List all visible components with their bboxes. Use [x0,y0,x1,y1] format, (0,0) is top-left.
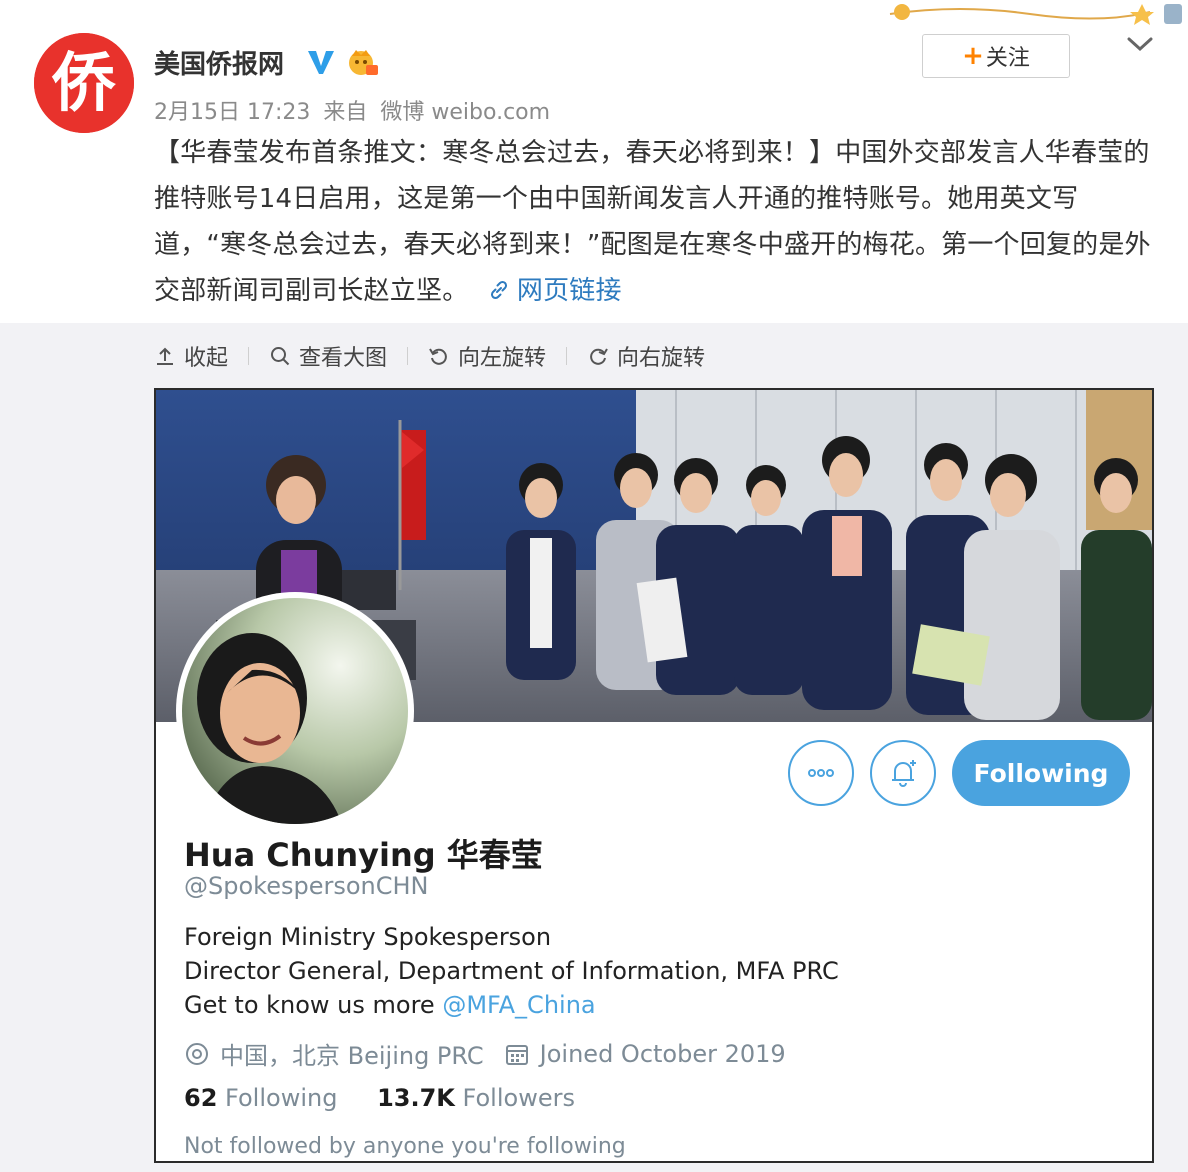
link-icon [490,280,507,300]
followers-count: 13.7K [377,1084,455,1112]
collapse-icon [157,347,173,365]
web-link-label: 网页链接 [516,276,622,306]
profile-handle[interactable]: @SpokespersonCHN [184,872,429,900]
chevron-down-icon[interactable] [1126,34,1154,54]
toolbar-divider [248,347,250,365]
profile-joined-date: Joined October 2019 [539,1039,786,1068]
followers-count-link[interactable]: 13.7K Followers [377,1084,575,1112]
profile-location: 中国，北京 Beijing PRC [220,1042,484,1070]
post-text: 【华春莹发布首条推文：寒冬总会过去，春天必将到来！】中国外交部发言人华春莹的推特… [154,130,1164,314]
media-panel: 收起 查看大图 向左旋转 向右旋转 Following Hua Chunying… [0,323,1188,1172]
verified-icon [308,51,334,74]
rotate-left-icon [429,348,447,365]
source-prefix: 来自 [323,100,368,125]
search-icon [271,347,290,366]
post-meta: 2月15日 17:23 来自 微博 weibo.com [154,94,556,126]
following-count-link[interactable]: 62 Following [184,1084,345,1112]
profile-info: 中国，北京 Beijing PRC Joined October 2019 [184,1036,786,1071]
plus-icon: + [962,41,984,71]
post-source[interactable]: 微博 weibo.com [380,100,550,125]
more-icon [808,769,834,777]
account-avatar[interactable]: 侨 [34,33,134,133]
post-body: 【华春莹发布首条推文：寒冬总会过去，春天必将到来！】中国外交部发言人华春莹的推特… [154,138,1151,306]
location-pin-icon [186,1042,208,1065]
bio-line: Get to know us more @MFA_China [184,988,839,1022]
media-toolbar: 收起 查看大图 向左旋转 向右旋转 [154,339,705,373]
view-large-button[interactable]: 查看大图 [269,340,387,372]
bio-line: Director General, Department of Informat… [184,957,839,985]
collapse-label: 收起 [184,346,229,371]
bio-line-prefix: Get to know us more [184,991,435,1019]
more-options-button[interactable] [788,740,854,806]
bio-line: Foreign Ministry Spokesperson [184,923,552,951]
profile-bio: Foreign Ministry Spokesperson Director G… [184,920,839,1022]
post-date[interactable]: 2月15日 17:23 [154,100,310,125]
avatar-logo-char: 侨 [51,47,116,121]
follow-label: 关注 [985,46,1030,71]
rotate-left-label: 向左旋转 [458,346,547,371]
embedded-image[interactable]: Following Hua Chunying 华春莹 @Spokesperson… [154,388,1154,1163]
following-count: 62 [184,1084,218,1112]
follow-button[interactable]: + 关注 [922,34,1070,78]
rotate-right-label: 向右旋转 [617,346,706,371]
rotate-right-button[interactable]: 向右旋转 [587,340,705,372]
toolbar-divider [407,347,409,365]
account-name[interactable]: 美国侨报网 [154,44,284,81]
followers-label: Followers [462,1084,575,1112]
mention-link[interactable]: @MFA_China [442,991,595,1019]
profile-photo[interactable] [176,592,414,830]
collapse-button[interactable]: 收起 [154,340,228,372]
notifications-button[interactable] [870,740,936,806]
web-link[interactable]: 网页链接 [487,276,622,306]
toolbar-divider [566,347,568,365]
rotate-right-icon [590,348,608,365]
profile-stats: 62 Following 13.7K Followers [184,1084,607,1112]
decoration-ornament [889,4,1182,25]
rotate-left-button[interactable]: 向左旋转 [428,340,546,372]
calendar-icon [505,1044,528,1065]
view-large-label: 查看大图 [299,346,388,371]
profile-name: Hua Chunying 华春莹 [184,836,543,874]
following-label: Following [225,1084,338,1112]
vip-icon[interactable] [346,47,380,79]
bell-plus-icon [892,760,916,787]
not-followed-notice: Not followed by anyone you're following [184,1134,626,1159]
following-button[interactable]: Following [952,740,1130,806]
